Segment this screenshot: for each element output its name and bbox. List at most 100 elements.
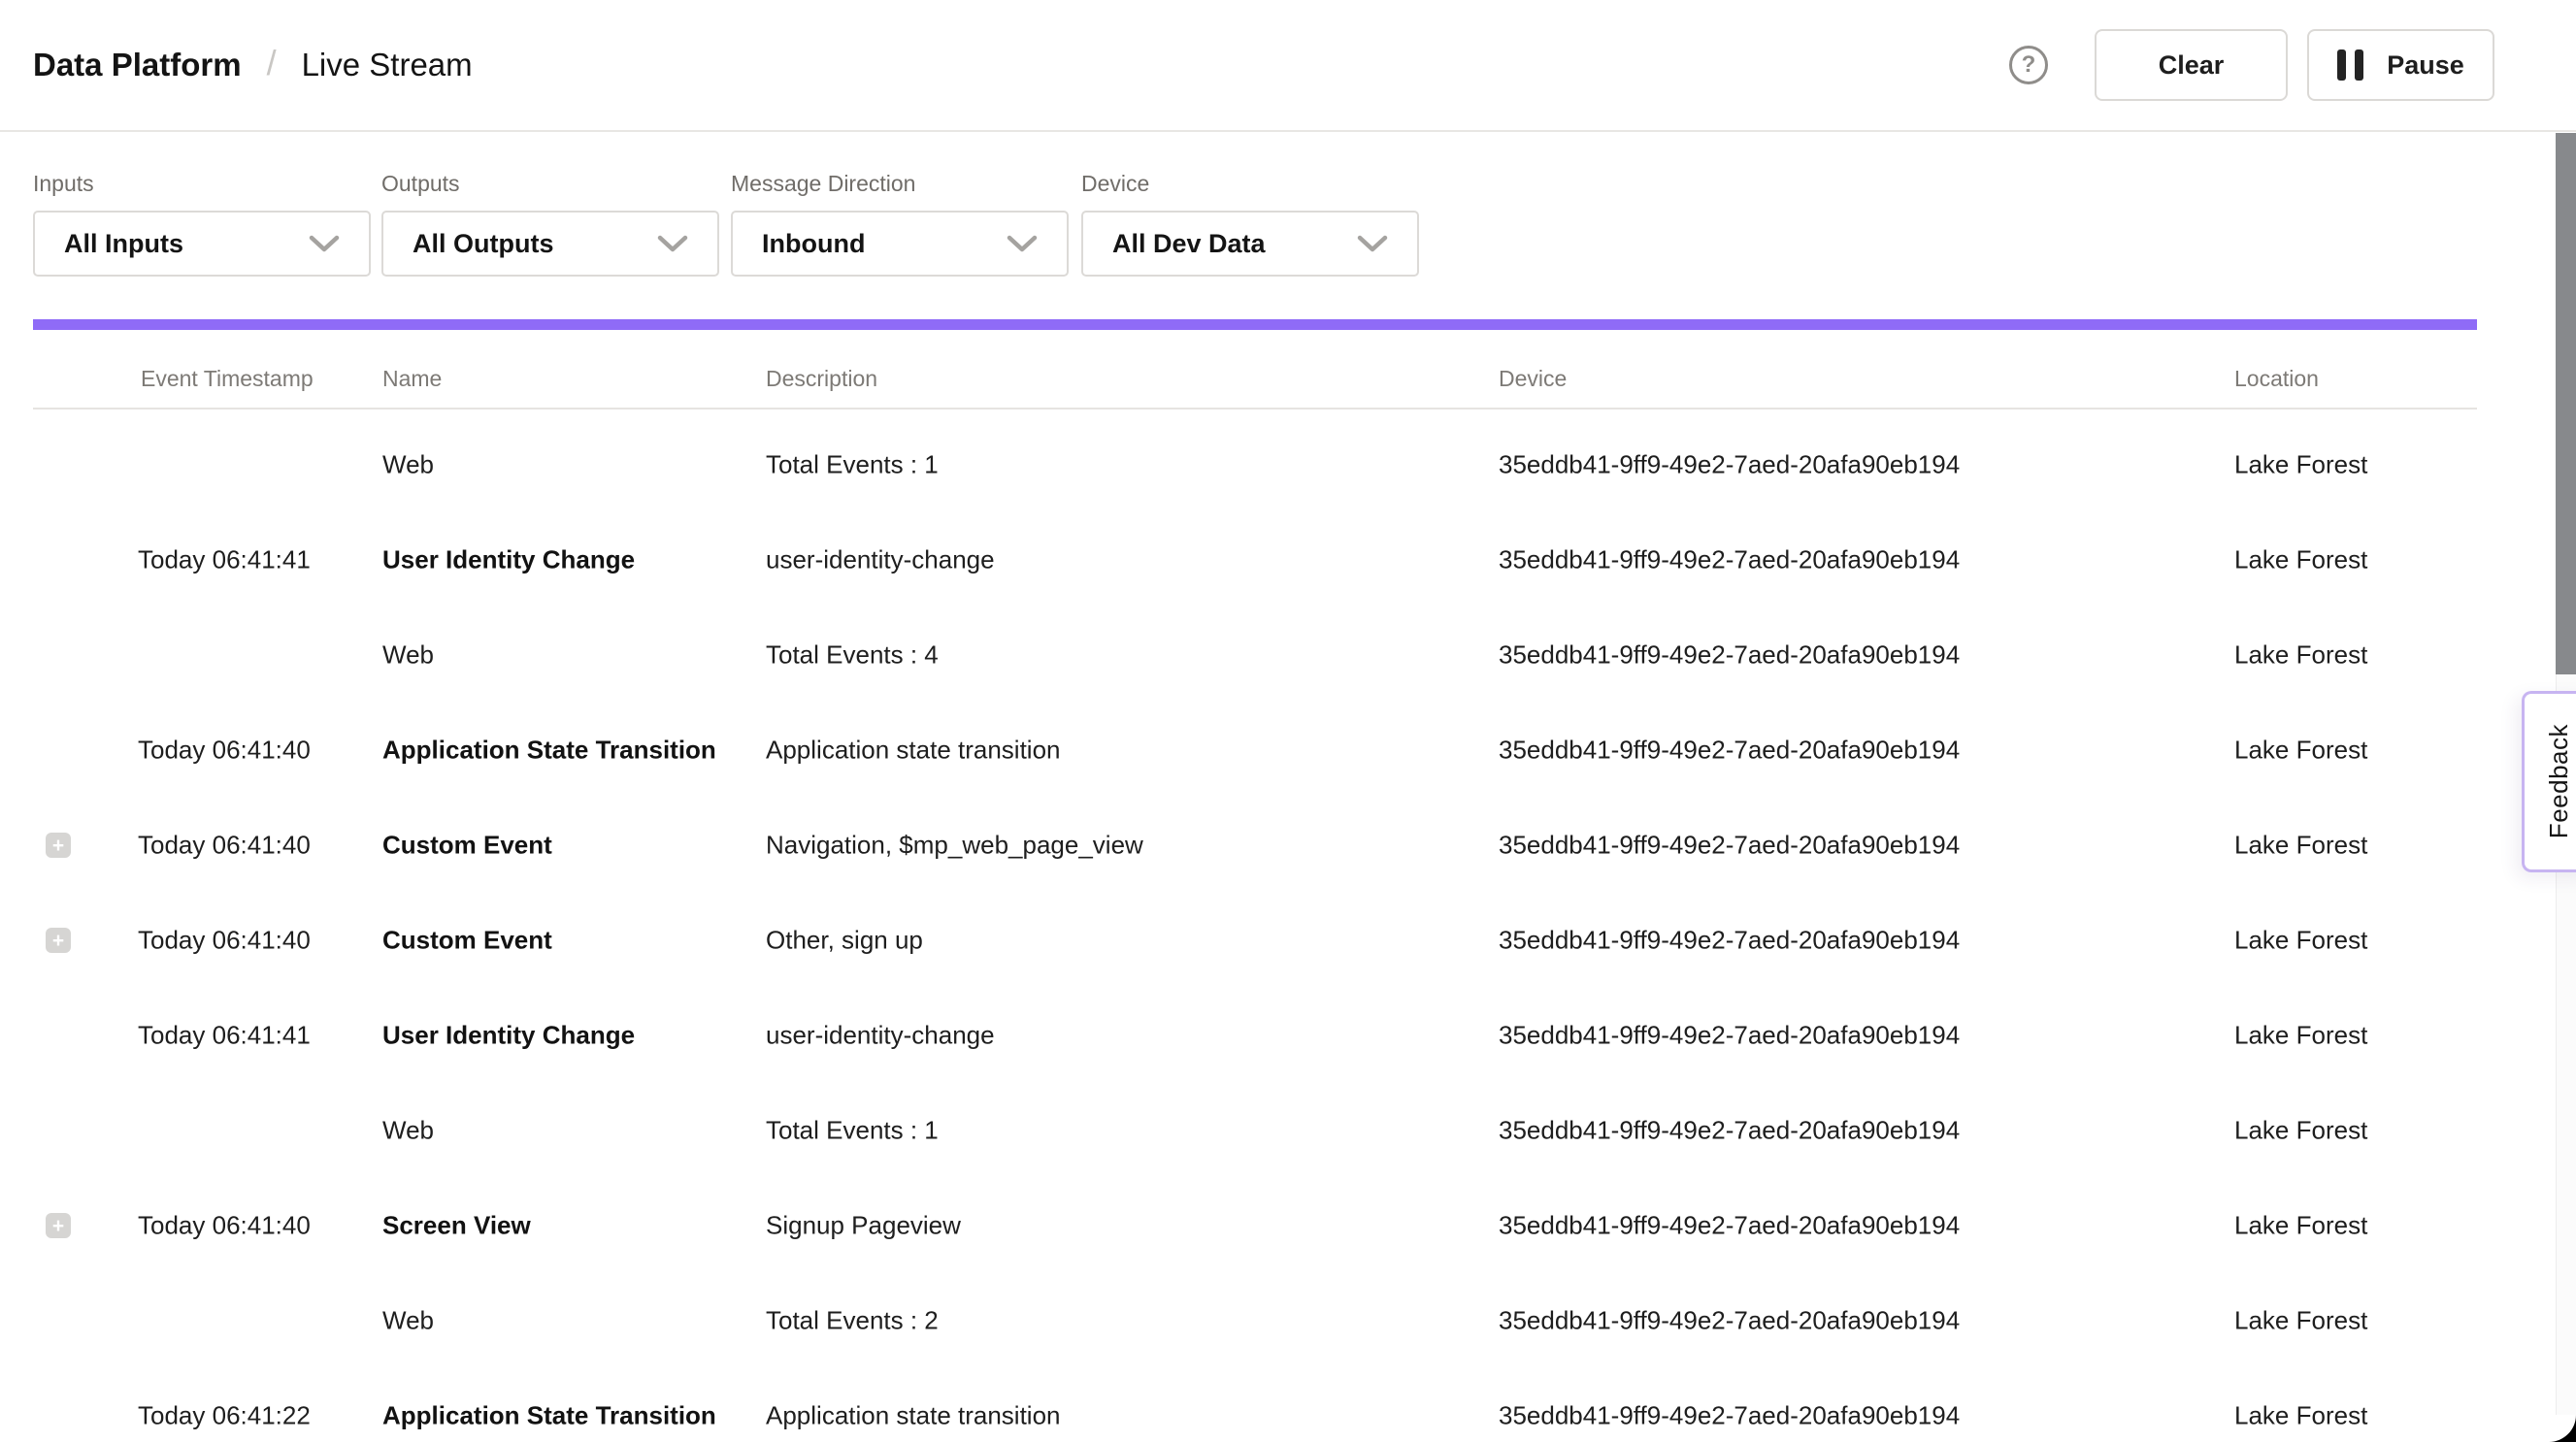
filter-device-label: Device [1081,171,1419,197]
table-row[interactable]: + Today 06:41:40 Custom Event Other, sig… [0,893,2576,988]
column-header-description: Description [766,366,877,392]
event-location-cell: Lake Forest [2234,1211,2367,1241]
event-device-cell: 35eddb41-9ff9-49e2-7aed-20afa90eb194 [1499,1116,1960,1146]
column-header-device: Device [1499,366,1567,392]
table-row[interactable]: + Today 06:41:41 User Identity Change us… [0,512,2576,607]
breadcrumb-data-platform[interactable]: Data Platform [33,47,242,83]
event-description-cell: Application state transition [766,736,1061,766]
filter-device: Device All Dev Data [1081,171,1419,277]
expand-row-button[interactable]: + [46,928,71,953]
page-title: Live Stream [302,47,473,83]
event-description-cell: Signup Pageview [766,1211,961,1241]
column-header-location: Location [2234,366,2319,392]
event-timestamp-cell: Today 06:41:40 [138,1211,311,1241]
event-device-cell: 35eddb41-9ff9-49e2-7aed-20afa90eb194 [1499,1401,1960,1431]
window-corner [2549,1415,2576,1442]
event-location-cell: Lake Forest [2234,736,2367,766]
event-description-cell: Total Events : 1 [766,450,939,480]
event-stream-list: + Web Total Events : 1 35eddb41-9ff9-49e… [0,417,2576,1442]
message-direction-dropdown-value: Inbound [762,229,1007,259]
expand-row-button[interactable]: + [46,833,71,858]
event-location-cell: Lake Forest [2234,1306,2367,1336]
event-device-cell: 35eddb41-9ff9-49e2-7aed-20afa90eb194 [1499,545,1960,575]
event-device-cell: 35eddb41-9ff9-49e2-7aed-20afa90eb194 [1499,640,1960,671]
pause-icon [2337,49,2363,81]
event-description-cell: user-identity-change [766,1021,995,1051]
column-header-event-timestamp: Event Timestamp [141,366,314,392]
event-location-cell: Lake Forest [2234,1401,2367,1431]
table-row[interactable]: + Today 06:41:22 Application State Trans… [0,1368,2576,1442]
device-dropdown[interactable]: All Dev Data [1081,211,1419,277]
filter-message-direction-label: Message Direction [731,171,1069,197]
chevron-down-icon [309,235,340,253]
event-device-cell: 35eddb41-9ff9-49e2-7aed-20afa90eb194 [1499,1306,1960,1336]
event-name-cell: Screen View [382,1211,531,1241]
table-row[interactable]: + Web Total Events : 2 35eddb41-9ff9-49e… [0,1273,2576,1368]
event-name-cell: Application State Transition [382,736,716,766]
live-stream-page: Data Platform / Live Stream ? Clear Paus… [0,0,2576,1442]
event-location-cell: Lake Forest [2234,831,2367,861]
help-icon[interactable]: ? [2009,46,2048,84]
message-direction-dropdown[interactable]: Inbound [731,211,1069,277]
table-row[interactable]: + Today 06:41:40 Custom Event Navigation… [0,798,2576,893]
event-name-cell: Custom Event [382,926,552,956]
event-description-cell: Other, sign up [766,926,923,956]
pause-button[interactable]: Pause [2307,29,2494,101]
event-name-cell: Application State Transition [382,1401,716,1431]
event-timestamp-cell: Today 06:41:22 [138,1401,311,1431]
event-device-cell: 35eddb41-9ff9-49e2-7aed-20afa90eb194 [1499,1021,1960,1051]
event-name-cell: Web [382,450,434,480]
table-row[interactable]: + Today 06:41:40 Screen View Signup Page… [0,1178,2576,1273]
table-row[interactable]: + Web Total Events : 1 35eddb41-9ff9-49e… [0,1083,2576,1178]
event-device-cell: 35eddb41-9ff9-49e2-7aed-20afa90eb194 [1499,926,1960,956]
event-device-cell: 35eddb41-9ff9-49e2-7aed-20afa90eb194 [1499,831,1960,861]
filter-message-direction: Message Direction Inbound [731,171,1069,277]
inputs-dropdown-value: All Inputs [64,229,309,259]
event-location-cell: Lake Forest [2234,450,2367,480]
event-device-cell: 35eddb41-9ff9-49e2-7aed-20afa90eb194 [1499,450,1960,480]
event-location-cell: Lake Forest [2234,1021,2367,1051]
event-name-cell: Custom Event [382,831,552,861]
table-row[interactable]: + Today 06:41:41 User Identity Change us… [0,988,2576,1083]
event-description-cell: Total Events : 4 [766,640,939,671]
event-description-cell: Total Events : 2 [766,1306,939,1336]
event-description-cell: user-identity-change [766,545,995,575]
event-location-cell: Lake Forest [2234,640,2367,671]
table-row[interactable]: + Web Total Events : 4 35eddb41-9ff9-49e… [0,607,2576,703]
table-row[interactable]: + Today 06:41:40 Application State Trans… [0,703,2576,798]
stream-accent-bar [33,319,2477,330]
outputs-dropdown[interactable]: All Outputs [381,211,719,277]
filter-outputs-label: Outputs [381,171,719,197]
event-timestamp-cell: Today 06:41:40 [138,736,311,766]
top-bar-actions: ? Clear Pause [2009,0,2494,130]
outputs-dropdown-value: All Outputs [413,229,657,259]
event-device-cell: 35eddb41-9ff9-49e2-7aed-20afa90eb194 [1499,736,1960,766]
breadcrumb: Data Platform / Live Stream [33,0,473,130]
event-name-cell: User Identity Change [382,545,635,575]
event-name-cell: User Identity Change [382,1021,635,1051]
filter-outputs: Outputs All Outputs [381,171,719,277]
event-description-cell: Application state transition [766,1401,1061,1431]
pause-button-label: Pause [2387,50,2464,81]
table-header-divider [33,408,2477,410]
device-dropdown-value: All Dev Data [1112,229,1357,259]
chevron-down-icon [1357,235,1388,253]
event-timestamp-cell: Today 06:41:41 [138,545,311,575]
filter-inputs: Inputs All Inputs [33,171,371,277]
event-location-cell: Lake Forest [2234,545,2367,575]
event-description-cell: Navigation, $mp_web_page_view [766,831,1143,861]
inputs-dropdown[interactable]: All Inputs [33,211,371,277]
table-row[interactable]: + Web Total Events : 1 35eddb41-9ff9-49e… [0,417,2576,512]
feedback-tab[interactable]: Feedback [2522,691,2576,872]
breadcrumb-separator: / [267,43,277,83]
filter-inputs-label: Inputs [33,171,371,197]
chevron-down-icon [657,235,688,253]
vertical-scrollbar-thumb[interactable] [2556,133,2576,674]
expand-row-button[interactable]: + [46,1213,71,1238]
clear-button[interactable]: Clear [2095,29,2288,101]
event-timestamp-cell: Today 06:41:40 [138,831,311,861]
table-header: Event Timestamp Name Description Device … [0,354,2576,409]
event-description-cell: Total Events : 1 [766,1116,939,1146]
chevron-down-icon [1007,235,1038,253]
event-location-cell: Lake Forest [2234,926,2367,956]
